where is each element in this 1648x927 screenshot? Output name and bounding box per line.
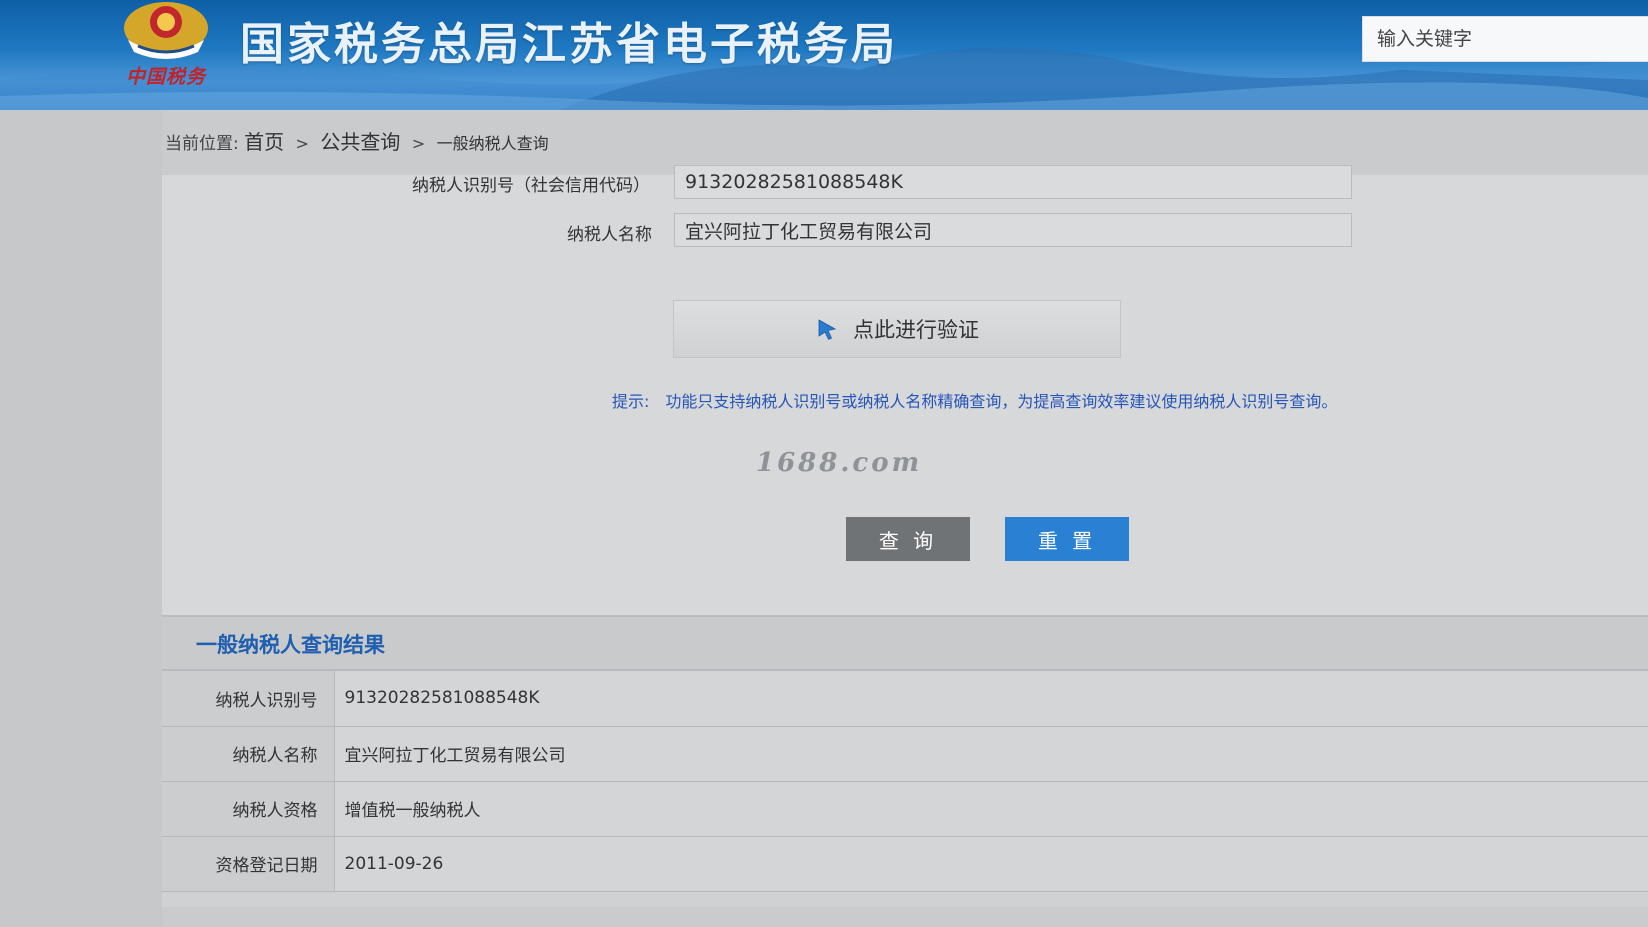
breadcrumb: 当前位置: 首页 > 公共查询 > 一般纳税人查询 (165, 126, 549, 155)
result-label-taxpayer-id: 纳税人识别号 (162, 671, 335, 727)
cursor-arrow-icon (818, 319, 837, 340)
verify-button[interactable]: 点此进行验证 (673, 300, 1121, 358)
taxpayer-id-field[interactable] (674, 165, 1352, 199)
result-value-taxpayer-name: 宜兴阿拉丁化工贸易有限公司 (334, 726, 1648, 782)
emblem-script-text: 中国税务 (126, 66, 207, 88)
breadcrumb-separator: > (295, 134, 309, 153)
query-button[interactable]: 查 询 (846, 517, 970, 561)
keyword-search-input[interactable] (1363, 17, 1648, 61)
reset-button[interactable]: 重 置 (1005, 517, 1129, 561)
result-label-qualification: 纳税人资格 (162, 781, 335, 837)
table-row: 纳税人资格 增值税一般纳税人 (162, 781, 1648, 837)
keyword-search-box[interactable] (1362, 16, 1648, 62)
result-value-registration-date: 2011-09-26 (334, 836, 1648, 892)
site-title: 国家税务总局江苏省电子税务局 (240, 19, 898, 70)
table-row: 纳税人识别号 91320282581088548K (162, 671, 1648, 727)
table-row: 资格登记日期 2011-09-26 (162, 836, 1648, 892)
result-table: 纳税人识别号 91320282581088548K 纳税人名称 宜兴阿拉丁化工贸… (162, 671, 1648, 892)
result-title: 一般纳税人查询结果 (196, 633, 385, 657)
breadcrumb-separator: > (411, 134, 426, 153)
result-value-qualification: 增值税一般纳税人 (334, 781, 1648, 837)
taxpayer-name-field[interactable] (674, 213, 1352, 247)
result-value-taxpayer-id: 91320282581088548K (334, 671, 1648, 727)
table-row: 纳税人名称 宜兴阿拉丁化工贸易有限公司 (162, 726, 1648, 782)
watermark: 1688.com (756, 448, 923, 478)
result-header: 一般纳税人查询结果 (162, 617, 1648, 671)
query-hint: 提示: 功能只支持纳税人识别号或纳税人名称精确查询，为提高查询效率建议使用纳税人识… (612, 388, 1337, 412)
breadcrumb-public-query-link[interactable]: 公共查询 (320, 130, 400, 154)
verify-button-label: 点此进行验证 (853, 318, 979, 342)
result-section: 一般纳税人查询结果 纳税人识别号 91320282581088548K 纳税人名… (162, 615, 1648, 907)
query-form-panel: 纳税人识别号（社会信用代码） 纳税人名称 点此进行验证 提示: 功能只支持纳税人识… (162, 165, 1648, 615)
left-margin (0, 110, 162, 927)
breadcrumb-home-link[interactable]: 首页 (244, 130, 284, 154)
result-label-taxpayer-name: 纳税人名称 (162, 726, 335, 782)
breadcrumb-current: 一般纳税人查询 (436, 134, 549, 153)
hint-prefix: 提示: (612, 392, 650, 411)
site-header: 中国税务 国家税务总局江苏省电子税务局 (0, 0, 1648, 110)
breadcrumb-prefix: 当前位置: (165, 134, 239, 154)
taxpayer-name-label: 纳税人名称 (567, 225, 652, 245)
hint-text: 功能只支持纳税人识别号或纳税人名称精确查询，为提高查询效率建议使用纳税人识别号查… (665, 392, 1338, 411)
result-label-registration-date: 资格登记日期 (162, 836, 335, 892)
page: 中国税务 国家税务总局江苏省电子税务局 当前位置: 首页 > 公共查询 > 一般… (0, 0, 1648, 927)
tax-emblem-icon (124, 2, 208, 59)
taxpayer-id-label: 纳税人识别号（社会信用代码） (412, 176, 650, 196)
